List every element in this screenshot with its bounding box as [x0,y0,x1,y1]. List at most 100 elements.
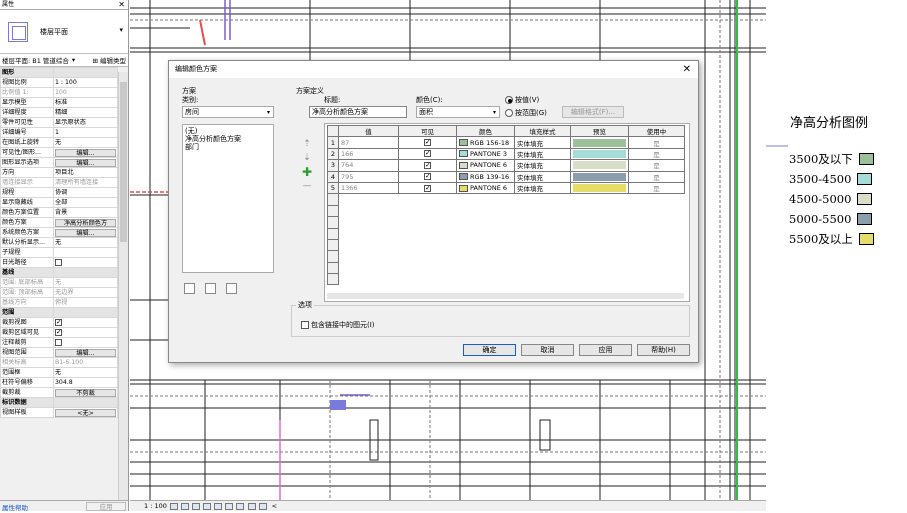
reveal-hidden-icon[interactable] [247,502,256,510]
move-up-icon[interactable]: ⇡ [302,137,312,151]
property-value-cell[interactable]: 标准 [53,97,118,108]
row-number[interactable]: 2 [327,147,339,161]
visible-cell[interactable] [398,170,457,183]
checkbox-unchecked-icon[interactable] [55,258,62,266]
row-number[interactable]: 1 [327,136,339,149]
color-scheme-row[interactable]: 4795 RGB 139-16 实体填充 是 [327,170,685,183]
property-value-cell[interactable] [53,247,118,258]
property-group-header[interactable]: 范围 [0,307,118,318]
visible-cell[interactable] [398,136,457,149]
row-number[interactable]: 3 [327,159,339,172]
property-edit-button[interactable]: 编辑... [55,158,116,167]
property-value-cell[interactable] [53,257,118,268]
scrollbar-thumb[interactable] [120,82,127,242]
help-button[interactable]: 帮助(H) [637,344,690,356]
fill-pattern-cell[interactable]: 实体填充 [514,170,571,183]
property-value-cell[interactable]: 无 [53,137,118,148]
property-value-cell[interactable] [53,317,118,328]
checkbox-checked-icon[interactable] [424,184,431,192]
color-cell[interactable]: PANTONE 6 [456,159,515,172]
property-value-cell[interactable]: 编辑... [53,147,118,158]
color-scheme-row[interactable]: 51366 PANTONE 6 实体填充 是 [327,181,685,195]
scheme-list[interactable]: (无) 净高分析颜色方案 部门 [182,124,274,273]
color-scheme-row[interactable]: 3764 PANTONE 6 实体填充 是 [327,159,685,172]
sun-path-icon[interactable] [192,502,201,510]
property-value-cell[interactable]: 编辑... [53,157,118,168]
property-value-cell[interactable]: 无 [53,367,118,378]
property-value-cell[interactable]: 俯视 [53,297,118,308]
property-value-cell[interactable]: 项目北 [53,167,118,178]
rename-scheme-icon[interactable] [205,283,217,294]
property-value-cell[interactable]: B1-6.100 [53,357,118,368]
property-edit-button[interactable]: 净高分析颜色方 [55,218,116,227]
properties-help-link[interactable]: 属性帮助 [2,502,28,511]
apply-button[interactable]: 应用 [579,344,632,356]
edit-type-button[interactable]: ⊞ 编辑类型 [92,55,126,65]
crop-view-icon[interactable] [214,502,223,510]
ok-button[interactable]: 确定 [463,344,516,356]
property-value-cell[interactable]: 编辑... [53,347,118,358]
property-value-cell[interactable]: 全部 [53,197,118,208]
duplicate-scheme-icon[interactable] [184,283,195,294]
property-group-header[interactable]: 图形 [0,67,118,78]
color-cell[interactable]: PANTONE 6 [456,181,515,195]
property-value-cell[interactable]: 无 [53,277,118,288]
property-value-cell[interactable] [53,327,118,338]
checkbox-checked-icon[interactable] [424,149,431,158]
fill-pattern-cell[interactable]: 实体填充 [514,136,571,149]
property-value-cell[interactable]: 不剪裁 [53,387,118,398]
property-value-cell[interactable] [53,337,118,348]
color-scheme-row[interactable]: 187 RGB 156-18 实体填充 是 [327,136,685,149]
property-group-header[interactable]: 标识数据 [0,397,118,408]
row-number[interactable]: 5 [327,181,339,195]
property-value-cell[interactable]: 1 [53,127,118,138]
fill-pattern-cell[interactable]: 实体填充 [514,181,571,195]
type-selector[interactable]: 楼层平面 ▾ [0,10,128,54]
value-cell[interactable]: 87 [338,136,399,149]
color-cell[interactable]: RGB 156-18 [456,136,515,149]
fill-pattern-cell[interactable]: 实体填充 [514,147,571,161]
view-scale[interactable]: 1 : 100 [144,502,167,510]
property-value-cell[interactable]: 无边界 [53,287,118,298]
properties-scrollbar[interactable] [118,72,128,500]
property-edit-button[interactable]: 编辑... [55,228,116,237]
property-value-cell[interactable]: 100 [53,87,118,98]
value-cell[interactable]: 764 [338,159,399,172]
scheme-list-item[interactable]: 部门 [185,143,271,151]
value-cell[interactable]: 1366 [338,181,399,195]
scheme-title-input[interactable]: 净高分析颜色方案 [309,106,407,118]
scheme-list-item[interactable]: 净高分析颜色方案 [185,135,271,143]
chevron-down-icon[interactable]: ▾ [72,56,75,64]
property-value-cell[interactable]: 编辑... [53,227,118,238]
property-value-cell[interactable]: 无 [53,237,118,248]
scheme-list-item[interactable]: (无) [185,127,271,135]
color-cell[interactable]: PANTONE 3 [456,147,515,161]
property-value-cell[interactable]: 协调 [53,187,118,198]
property-value-cell[interactable]: 精细 [53,107,118,118]
checkbox-checked-icon[interactable] [424,172,431,181]
property-value-cell[interactable]: 背景 [53,207,118,218]
checkbox-checked-icon[interactable] [55,318,62,327]
property-value-cell[interactable]: 1 : 100 [53,77,118,88]
property-edit-button[interactable]: 编辑... [55,348,116,357]
checkbox-checked-icon[interactable] [424,161,431,169]
analysis-display-icon[interactable] [258,502,267,510]
property-edit-button[interactable]: 不剪裁 [55,388,116,397]
add-value-icon[interactable]: ✚ [302,165,312,179]
property-group-header[interactable]: 基线 [0,267,118,278]
visible-cell[interactable] [398,147,457,161]
row-number[interactable]: 4 [327,170,339,183]
checkbox-checked-icon[interactable] [55,328,62,337]
chevron-left-icon[interactable]: < [272,502,277,510]
table-horizontal-scrollbar[interactable] [327,293,684,299]
fill-pattern-cell[interactable]: 实体填充 [514,159,571,172]
color-parameter-dropdown[interactable]: 面积 ▾ [416,106,500,118]
visible-cell[interactable] [398,159,457,172]
property-value-cell[interactable]: 304.8 [53,377,118,388]
chevron-down-icon[interactable]: ▾ [119,26,123,34]
detail-level-icon[interactable] [169,502,178,510]
visible-cell[interactable] [398,181,457,195]
checkbox-checked-icon[interactable] [424,138,431,147]
remove-value-icon[interactable]: — [302,179,312,193]
instance-selector[interactable]: 楼层平面: B1 管道综合 ▾ ⊞ 编辑类型 [0,54,128,67]
